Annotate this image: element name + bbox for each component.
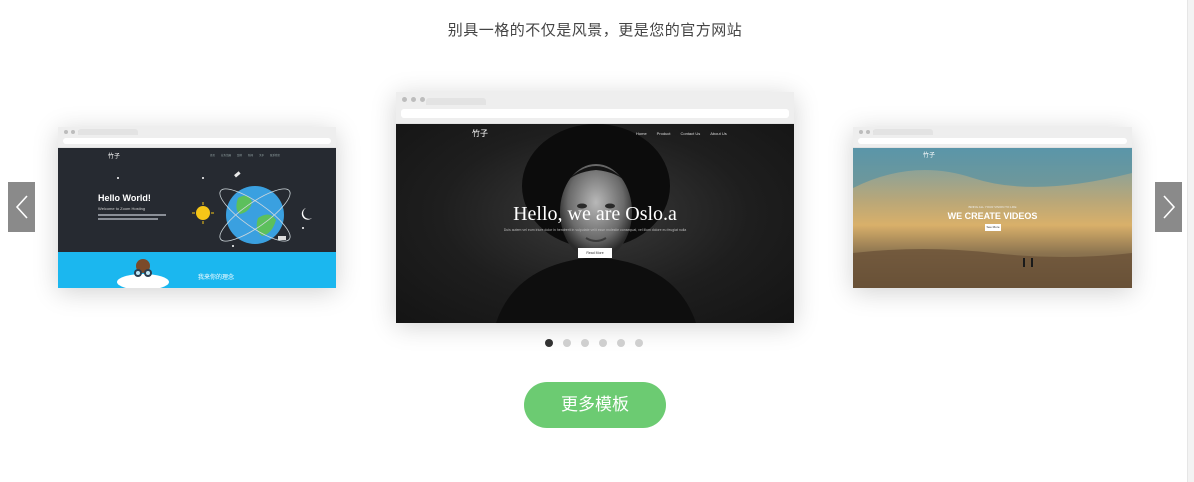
nav-item-about: About Us [710,131,727,136]
pagination-dot-5[interactable] [617,339,625,347]
address-bar [858,138,1127,144]
chevron-right-icon [1162,195,1175,219]
template-preview-center[interactable]: 竹子 Home Product Contact Us About Us Hell… [396,92,794,323]
nav-item-home: Home [636,131,647,136]
browser-tab [78,129,138,135]
browser-tab [873,129,933,135]
address-bar [63,138,331,144]
chevron-left-icon [15,195,28,219]
pagination-dot-1[interactable] [545,339,553,347]
site-logo: 竹子 [472,129,488,138]
nav-item-contact: Contact Us [680,131,701,136]
hero-kicker: BRING ALL YOUR VISION TO LIFE [968,205,1017,209]
section-subtitle: 别具一格的不仅是风景，更是您的官方网站 [447,22,743,39]
window-dots [402,97,425,102]
site-logo: 竹子 [923,153,936,159]
hero-subtitle: Duis autem vel eum iriure dolor in hendr… [503,228,687,232]
pagination-dot-6[interactable] [635,339,643,347]
preview-screen: 竹子 Home Product Contact Us About Us Hell… [396,124,794,323]
pagination-dot-4[interactable] [599,339,607,347]
browser-chrome [853,127,1132,148]
browser-tab [426,98,486,105]
band-title: 我来你的理念 [198,275,235,281]
site-nav: Home Product Contact Us About Us [636,131,727,136]
template-preview-right[interactable]: 竹子 BRING ALL YOUR VISION TO LIFE WE CREA… [853,127,1132,288]
preview-screen: 竹子 首页 业务范围 案例 新闻 关于 联系我们 Hello World! We… [58,148,336,288]
carousel-next-button[interactable] [1155,182,1182,232]
scrollbar[interactable] [1187,0,1194,482]
template-preview-left[interactable]: 竹子 首页 业务范围 案例 新闻 关于 联系我们 Hello World! We… [58,127,336,288]
hero-title: Hello, we are Oslo.a [513,203,677,225]
carousel-pagination [545,339,643,347]
more-templates-button[interactable]: 更多模板 [524,382,666,428]
address-bar [401,109,789,118]
preview-screen: 竹子 BRING ALL YOUR VISION TO LIFE WE CREA… [853,148,1132,288]
see-more-button: See More [985,224,1001,231]
hero-title: WE CREATE VIDEOS [947,211,1038,221]
feature-band [58,252,336,288]
binocular-person-illustration [117,259,169,288]
pagination-dot-2[interactable] [563,339,571,347]
read-more-button: Read More [578,248,612,258]
nav-item-product: Product [656,131,671,136]
browser-chrome [396,92,794,124]
browser-chrome [58,127,336,148]
carousel-prev-button[interactable] [8,182,35,232]
pagination-dot-3[interactable] [581,339,589,347]
